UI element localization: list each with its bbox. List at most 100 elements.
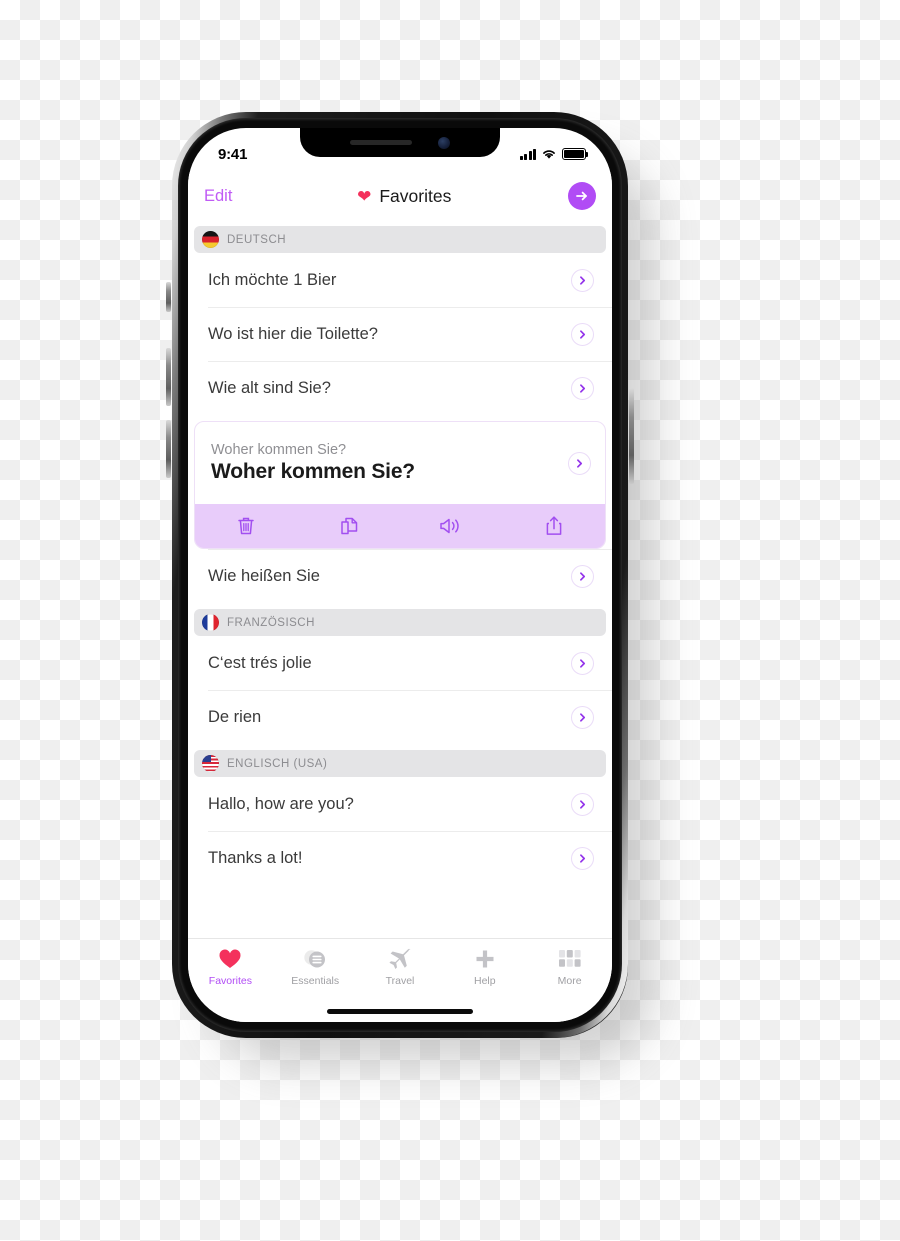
chevron-right-icon bbox=[580, 571, 586, 581]
card-action-bar bbox=[195, 504, 605, 548]
flag-germany-icon bbox=[202, 231, 219, 248]
page-title: ❤ Favorites bbox=[240, 186, 568, 207]
card-texts: Woher kommen Sie? Woher kommen Sie? bbox=[211, 442, 568, 484]
page-title-label: Favorites bbox=[379, 185, 452, 206]
chevron-right-icon bbox=[580, 853, 586, 863]
list-item[interactable]: Wie heißen Sie bbox=[188, 549, 612, 603]
chevron-right-icon bbox=[580, 658, 586, 668]
phrase-detail-button[interactable] bbox=[571, 376, 594, 400]
tab-travel[interactable]: Travel bbox=[358, 946, 443, 987]
airplane-icon bbox=[387, 946, 413, 972]
battery-icon bbox=[562, 148, 589, 160]
tab-label: Essentials bbox=[291, 975, 340, 987]
list-item-label: Thanks a lot! bbox=[208, 848, 303, 867]
list-item[interactable]: Hallo, how are you? bbox=[188, 777, 612, 831]
tab-essentials[interactable]: Essentials bbox=[273, 946, 358, 987]
tab-label: Favorites bbox=[208, 975, 252, 987]
card-content[interactable]: Woher kommen Sie? Woher kommen Sie? bbox=[195, 422, 605, 504]
chevron-right-icon bbox=[580, 329, 586, 339]
arrow-right-icon bbox=[576, 191, 587, 201]
chevron-right-icon bbox=[580, 383, 586, 393]
phrase-detail-button[interactable] bbox=[571, 651, 594, 675]
share-action[interactable] bbox=[503, 504, 606, 548]
section-label: ENGLISCH (USA) bbox=[227, 757, 328, 770]
card-title: Woher kommen Sie? bbox=[211, 460, 415, 483]
flag-france-icon bbox=[202, 614, 219, 631]
navigation-bar: Edit ❤ Favorites bbox=[188, 172, 612, 220]
list-item-label: Wo ist hier die Toilette? bbox=[208, 324, 378, 343]
tab-favorites[interactable]: Favorites bbox=[188, 946, 273, 987]
power-button[interactable] bbox=[629, 388, 634, 484]
heart-icon: ❤ bbox=[357, 186, 372, 206]
list-item-label: Wie alt sind Sie? bbox=[208, 378, 331, 397]
tab-label: Help bbox=[473, 975, 496, 987]
chevron-right-icon bbox=[577, 458, 583, 468]
front-camera-icon bbox=[438, 136, 450, 149]
phrase-detail-button[interactable] bbox=[571, 268, 594, 292]
expanded-phrase-card[interactable]: Woher kommen Sie? Woher kommen Sie? bbox=[194, 421, 606, 549]
earpiece-speaker-icon bbox=[350, 140, 412, 145]
grid-icon bbox=[558, 946, 582, 972]
phrase-detail-button[interactable] bbox=[571, 846, 594, 870]
list-item[interactable]: Wo ist hier die Toilette? bbox=[188, 307, 612, 361]
tab-label: More bbox=[557, 975, 582, 987]
status-indicators bbox=[519, 148, 589, 160]
phrase-detail-button[interactable] bbox=[568, 451, 591, 475]
plus-icon bbox=[473, 946, 497, 972]
list-circle-icon bbox=[301, 946, 329, 972]
grid-icon bbox=[558, 950, 581, 967]
favorites-list[interactable]: DEUTSCH Ich möchte 1 Bier Wo ist hier die… bbox=[188, 220, 612, 938]
speaker-icon bbox=[440, 518, 459, 534]
next-arrow-button[interactable] bbox=[568, 182, 596, 210]
device-notch bbox=[300, 128, 500, 157]
phrase-detail-button[interactable] bbox=[571, 322, 594, 346]
phrase-detail-button[interactable] bbox=[571, 705, 594, 729]
chevron-right-icon bbox=[580, 799, 586, 809]
list-circle-icon bbox=[304, 950, 326, 968]
volume-down-button[interactable] bbox=[166, 420, 171, 478]
status-time: 9:41 bbox=[218, 145, 248, 163]
delete-action[interactable] bbox=[195, 504, 298, 548]
airplane-icon bbox=[389, 949, 411, 969]
phone-screen: 9:41 Edit ❤ Favorites DEUTSCH Ich möchte… bbox=[188, 128, 612, 1022]
iphone-device-frame: 9:41 Edit ❤ Favorites DEUTSCH Ich möchte… bbox=[172, 112, 628, 1038]
plus-icon bbox=[476, 950, 494, 968]
list-item-label: Wie heißen Sie bbox=[208, 566, 320, 585]
section-header-englisch-usa: ENGLISCH (USA) bbox=[194, 750, 606, 777]
tab-more[interactable]: More bbox=[527, 946, 612, 987]
list-item[interactable]: Wie alt sind Sie? bbox=[188, 361, 612, 415]
copy-action[interactable] bbox=[298, 504, 401, 548]
section-header-deutsch: DEUTSCH bbox=[194, 226, 606, 253]
list-item[interactable]: Ich möchte 1 Bier bbox=[188, 253, 612, 307]
list-item[interactable]: Thanks a lot! bbox=[188, 831, 612, 885]
flag-usa-icon bbox=[202, 755, 219, 772]
silent-switch-button[interactable] bbox=[166, 282, 171, 312]
wifi-icon bbox=[543, 150, 555, 159]
tab-label: Travel bbox=[385, 975, 415, 987]
edit-button[interactable]: Edit bbox=[204, 187, 232, 206]
chevron-right-icon bbox=[580, 712, 586, 722]
device-bezel: 9:41 Edit ❤ Favorites DEUTSCH Ich möchte… bbox=[178, 118, 622, 1032]
list-item-label: Ich möchte 1 Bier bbox=[208, 270, 337, 289]
list-item[interactable]: C‘est trés jolie bbox=[188, 636, 612, 690]
cellular-signal-icon bbox=[519, 148, 536, 160]
speak-action[interactable] bbox=[400, 504, 503, 548]
trash-icon bbox=[238, 517, 254, 535]
heart-icon bbox=[218, 946, 242, 972]
phrase-detail-button[interactable] bbox=[571, 792, 594, 816]
list-item-label: C‘est trés jolie bbox=[208, 653, 312, 672]
share-icon bbox=[546, 516, 562, 535]
list-item-label: Hallo, how are you? bbox=[208, 794, 354, 813]
section-header-franz-sisch: FRANZÖSISCH bbox=[194, 609, 606, 636]
phrase-detail-button[interactable] bbox=[571, 564, 594, 588]
card-subtitle: Woher kommen Sie? bbox=[211, 442, 347, 458]
home-indicator[interactable] bbox=[327, 1009, 473, 1014]
copy-icon bbox=[341, 517, 357, 535]
section-label: FRANZÖSISCH bbox=[227, 616, 315, 629]
chevron-right-icon bbox=[580, 275, 586, 285]
volume-up-button[interactable] bbox=[166, 348, 171, 406]
list-item-label: De rien bbox=[208, 707, 262, 726]
tab-help[interactable]: Help bbox=[442, 946, 527, 987]
list-item[interactable]: De rien bbox=[188, 690, 612, 744]
heart-icon bbox=[219, 949, 241, 968]
